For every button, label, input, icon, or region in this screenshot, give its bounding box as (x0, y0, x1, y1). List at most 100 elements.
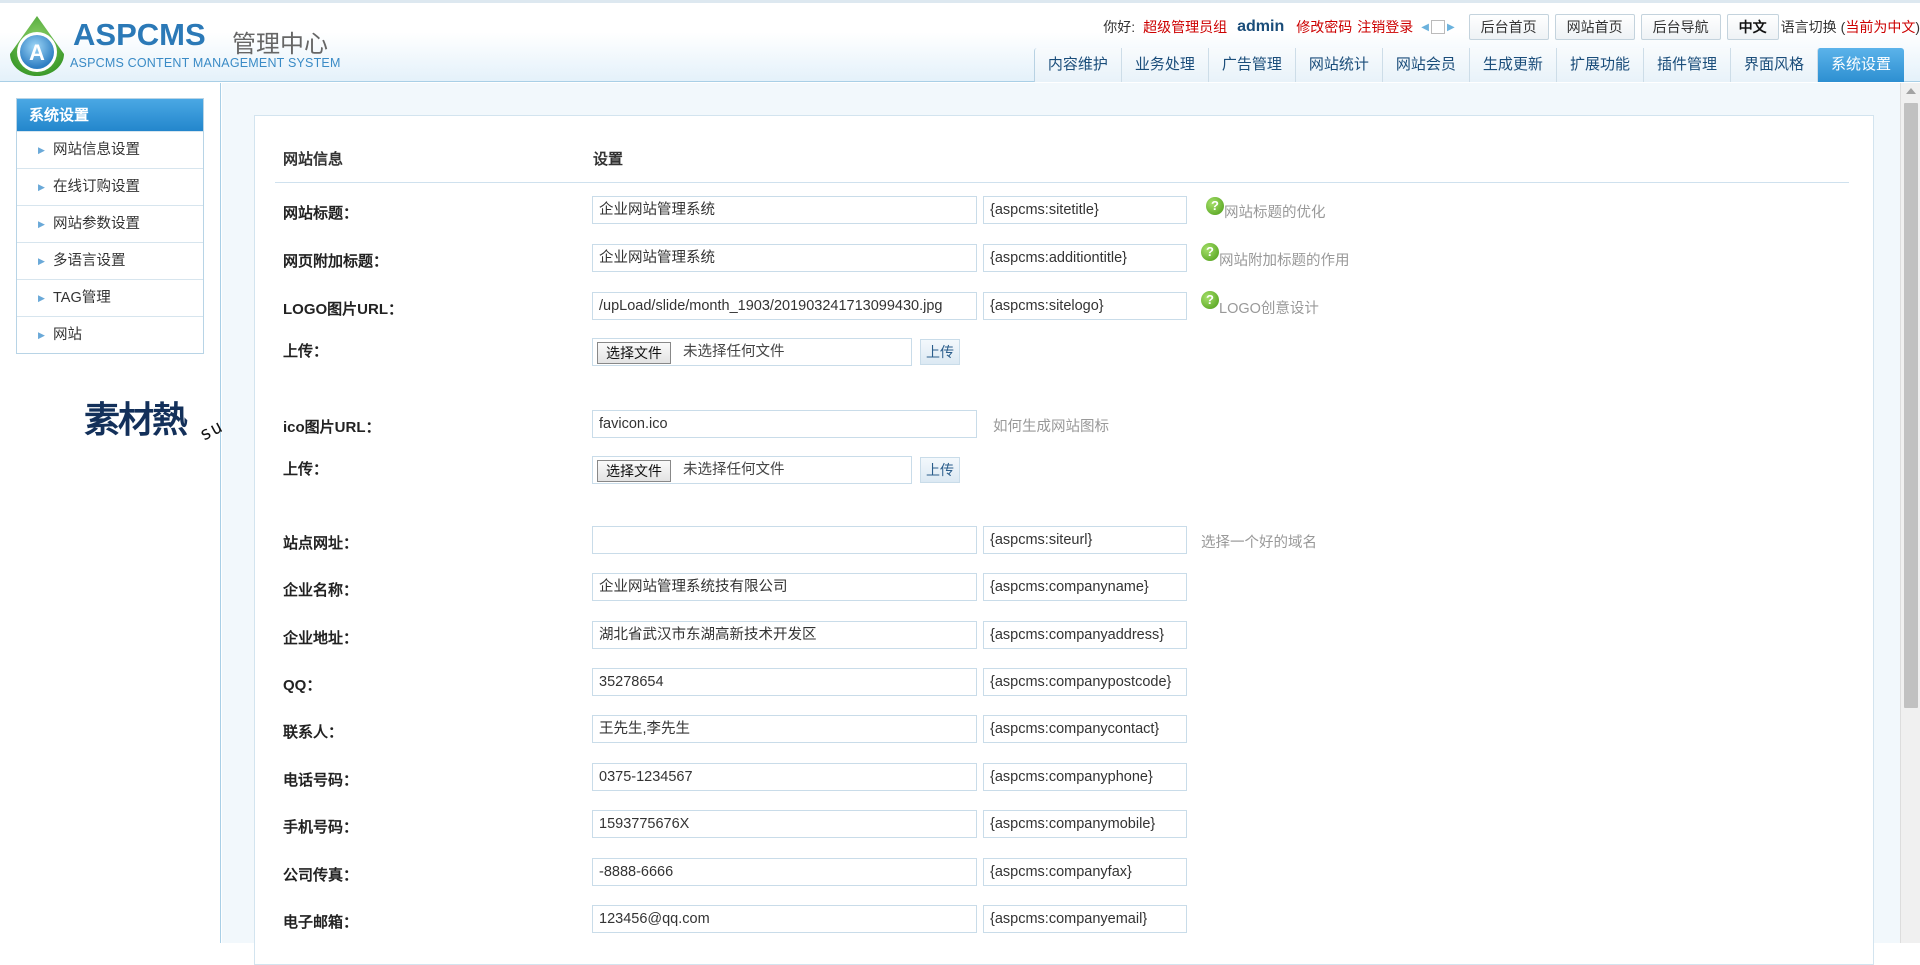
company-address-input[interactable]: 湖北省武汉市东湖高新技术开发区 (592, 621, 977, 649)
site-home-button[interactable]: 网站首页 (1554, 14, 1635, 40)
ico-url-hint[interactable]: 如何生成网站图标 (993, 415, 1109, 436)
sidebar-item-online-order[interactable]: ▶ 在线订购设置 (17, 168, 203, 205)
label-logo-upload: 上传： (283, 343, 329, 360)
caret-right-icon: ▶ (38, 219, 45, 229)
logo-url-hint[interactable]: LOGO创意设计 (1219, 297, 1319, 318)
sidebar-item-label: 网站 (53, 327, 82, 343)
paren-close: ) (1915, 19, 1920, 35)
sidebar-item-label: 在线订购设置 (53, 179, 140, 195)
current-language: 当前为中文 (1845, 19, 1916, 35)
addition-title-tag[interactable]: {aspcms:additiontitle} (983, 244, 1187, 272)
sidebar-item-site-params[interactable]: ▶ 网站参数设置 (17, 205, 203, 242)
arrow-right-icon[interactable]: ▶ (1447, 22, 1455, 33)
tab-ads[interactable]: 广告管理 (1207, 48, 1295, 82)
scroll-up-icon[interactable] (1906, 88, 1916, 94)
ico-upload-button[interactable]: 上传 (920, 457, 960, 483)
addition-title-input[interactable]: 企业网站管理系统 (592, 244, 977, 272)
scroll-thumb[interactable] (1904, 103, 1918, 708)
tab-members[interactable]: 网站会员 (1381, 48, 1469, 82)
company-name-input[interactable]: 企业网站管理系统技有限公司 (592, 573, 977, 601)
label-ico-url: ico图片URL： (283, 419, 381, 436)
admin-nav-button[interactable]: 后台导航 (1640, 14, 1721, 40)
label-site-url: 站点网址： (283, 535, 359, 552)
logout-link[interactable]: 注销登录 (1357, 17, 1413, 37)
change-password-link[interactable]: 修改密码 (1296, 17, 1352, 37)
menu-scroll-control[interactable]: ◀ ▶ (1421, 20, 1455, 34)
choose-file-button[interactable]: 选择文件 (597, 342, 671, 364)
mobile-input[interactable]: 1593775676X (592, 810, 977, 838)
site-url-input[interactable] (592, 526, 977, 554)
sidebar-item-languages[interactable]: ▶ 多语言设置 (17, 242, 203, 279)
company-name-tag[interactable]: {aspcms:companyname} (983, 573, 1187, 601)
sidebar-item-site-other[interactable]: ▶ 网站 (17, 316, 203, 353)
settings-form: 网站信息 设置 网站标题： 企业网站管理系统 {aspcms:sitetitle… (254, 115, 1874, 965)
caret-right-icon: ▶ (38, 182, 45, 192)
sidebar-item-tags[interactable]: ▶ TAG管理 (17, 279, 203, 316)
logo-file-input[interactable]: 选择文件 未选择任何文件 (592, 338, 912, 366)
user-role: 超级管理员组 (1143, 19, 1228, 35)
logo-tagline: ASPCMS CONTENT MANAGEMENT SYSTEM (70, 56, 341, 70)
language-button[interactable]: 中文 (1726, 14, 1779, 40)
greeting: 你好: (1103, 19, 1136, 35)
help-icon[interactable]: ? (1206, 197, 1224, 215)
tab-system-settings[interactable]: 系统设置 (1816, 48, 1904, 82)
label-fax: 公司传真： (283, 867, 359, 884)
tab-content[interactable]: 内容维护 (1033, 48, 1121, 82)
sidebar-menu: 系统设置 ▶ 网站信息设置 ▶ 在线订购设置 ▶ 网站参数设置 ▶ 多语言设置 ▶ TAG… (16, 98, 204, 354)
arrow-left-icon[interactable]: ◀ (1421, 22, 1429, 33)
fax-tag[interactable]: {aspcms:companyfax} (983, 858, 1187, 886)
ico-file-input[interactable]: 选择文件 未选择任何文件 (592, 456, 912, 484)
tab-business[interactable]: 业务处理 (1120, 48, 1208, 82)
label-company-name: 企业名称： (283, 582, 359, 599)
label-mobile: 手机号码： (283, 819, 359, 836)
fax-input[interactable]: -8888-6666 (592, 858, 977, 886)
logo-name: ASPCMS (73, 17, 206, 52)
email-input[interactable]: 123456@qq.com (592, 905, 977, 933)
help-icon[interactable]: ? (1201, 243, 1219, 261)
watermark-cn: 素材熱 (84, 399, 188, 440)
tab-stats[interactable]: 网站统计 (1294, 48, 1382, 82)
admin-home-button[interactable]: 后台首页 (1468, 14, 1549, 40)
ico-url-input[interactable]: favicon.ico (592, 410, 977, 438)
mobile-tag[interactable]: {aspcms:companymobile} (983, 810, 1187, 838)
site-url-hint[interactable]: 选择一个好的域名 (1201, 531, 1317, 552)
help-icon[interactable]: ? (1201, 291, 1219, 309)
contact-tag[interactable]: {aspcms:companycontact} (983, 715, 1187, 743)
qq-tag[interactable]: {aspcms:companypostcode} (983, 668, 1187, 696)
vertical-scrollbar[interactable] (1900, 83, 1920, 943)
username: admin (1237, 18, 1285, 35)
content-area: 网站信息 设置 网站标题： 企业网站管理系统 {aspcms:sitetitle… (222, 83, 1900, 965)
file-status: 未选择任何文件 (683, 462, 785, 478)
tab-theme[interactable]: 界面风格 (1729, 48, 1817, 82)
logo-url-input[interactable]: /upLoad/slide/month_1903/201903241713099… (592, 292, 977, 320)
logo[interactable]: A ASPCMS 管理中心 ASPCMS CONTENT MANAGEMENT … (8, 12, 348, 78)
phone-input[interactable]: 0375-1234567 (592, 763, 977, 791)
site-url-tag[interactable]: {aspcms:siteurl} (983, 526, 1187, 554)
top-header: A ASPCMS 管理中心 ASPCMS CONTENT MANAGEMENT … (0, 0, 1920, 82)
caret-right-icon: ▶ (38, 145, 45, 155)
email-tag[interactable]: {aspcms:companyemail} (983, 905, 1187, 933)
watermark: 素材熱 sucaire.com (84, 366, 321, 449)
company-address-tag[interactable]: {aspcms:companyaddress} (983, 621, 1187, 649)
tab-generate[interactable]: 生成更新 (1468, 48, 1556, 82)
contact-input[interactable]: 王先生,李先生 (592, 715, 977, 743)
addition-title-hint[interactable]: 网站附加标题的作用 (1219, 249, 1350, 270)
choose-file-button[interactable]: 选择文件 (597, 460, 671, 482)
tab-plugins[interactable]: 插件管理 (1642, 48, 1730, 82)
site-title-input[interactable]: 企业网站管理系统 (592, 196, 977, 224)
logo-subtitle: 管理中心 (232, 31, 328, 58)
sidebar-item-site-info[interactable]: ▶ 网站信息设置 (17, 131, 203, 168)
qq-input[interactable]: 35278654 (592, 668, 977, 696)
main-nav: 内容维护 业务处理 广告管理 网站统计 网站会员 生成更新 扩展功能 插件管理 … (1033, 48, 1904, 82)
header-divider (275, 182, 1849, 183)
language-switch-label: 语言切换 (1780, 19, 1837, 35)
label-logo-url: LOGO图片URL： (283, 301, 403, 318)
logo-upload-button[interactable]: 上传 (920, 339, 960, 365)
site-title-tag[interactable]: {aspcms:sitetitle} (983, 196, 1187, 224)
site-title-hint[interactable]: 网站标题的优化 (1224, 201, 1326, 222)
toggle-box-icon[interactable] (1430, 20, 1445, 34)
label-ico-upload: 上传： (283, 461, 329, 478)
tab-extensions[interactable]: 扩展功能 (1555, 48, 1643, 82)
phone-tag[interactable]: {aspcms:companyphone} (983, 763, 1187, 791)
logo-url-tag[interactable]: {aspcms:sitelogo} (983, 292, 1187, 320)
